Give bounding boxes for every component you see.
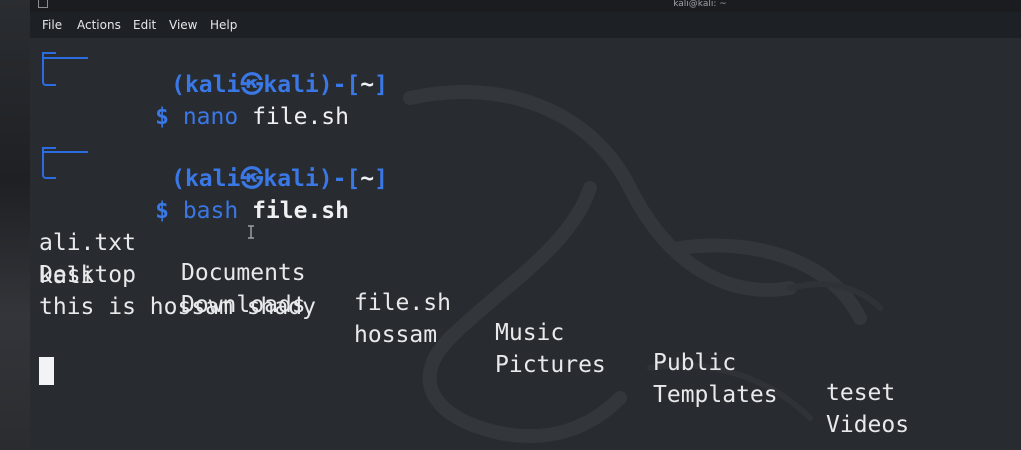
prompt-bracket: ] [374, 72, 388, 98]
prompt-directory: ~ [360, 166, 375, 192]
list-item: Public [653, 350, 737, 376]
prompt-corner-top [42, 57, 88, 59]
prompt-dollar: $ [155, 198, 169, 224]
mouse-ibeam-cursor-icon [248, 225, 254, 239]
output-line: kali [39, 263, 95, 289]
list-item: Pictures [495, 352, 606, 378]
menu-actions[interactable]: Actions [77, 18, 121, 32]
list-item: Music [495, 320, 565, 346]
title-bar[interactable] [30, 0, 1021, 12]
list-item: Documents [181, 260, 306, 286]
list-item: Templates [653, 382, 778, 408]
terminal-output-area[interactable]: (kali㉿kali)-[~] $ nano file.sh (kali㉿kal… [30, 38, 1021, 450]
text-cursor [39, 357, 54, 385]
terminal-window: kali@kali: ~ File Actions Edit View Help… [0, 0, 1021, 450]
command-name: bash [182, 198, 239, 224]
menu-file[interactable]: File [42, 18, 62, 32]
list-item: Videos [826, 412, 910, 438]
list-item: teset [826, 380, 896, 406]
prompt-corner-top [42, 151, 88, 153]
prompt-directory: ~ [360, 72, 375, 98]
menu-view[interactable]: View [169, 18, 197, 32]
menu-help[interactable]: Help [210, 18, 237, 32]
window-title: kali@kali: ~ [673, 0, 727, 9]
output-line: this is hossam shady [39, 294, 316, 320]
prompt-dollar: $ [155, 104, 169, 130]
list-item: hossam [354, 322, 438, 348]
menu-edit[interactable]: Edit [133, 18, 156, 32]
command-argument: file.sh [252, 104, 349, 130]
list-item: file.sh [354, 290, 451, 316]
desktop-background-strip [0, 0, 30, 450]
prompt-bracket: ] [374, 166, 388, 192]
window-icon[interactable] [38, 0, 48, 8]
command-name: nano [182, 104, 239, 130]
command-argument: file.sh [252, 198, 349, 224]
